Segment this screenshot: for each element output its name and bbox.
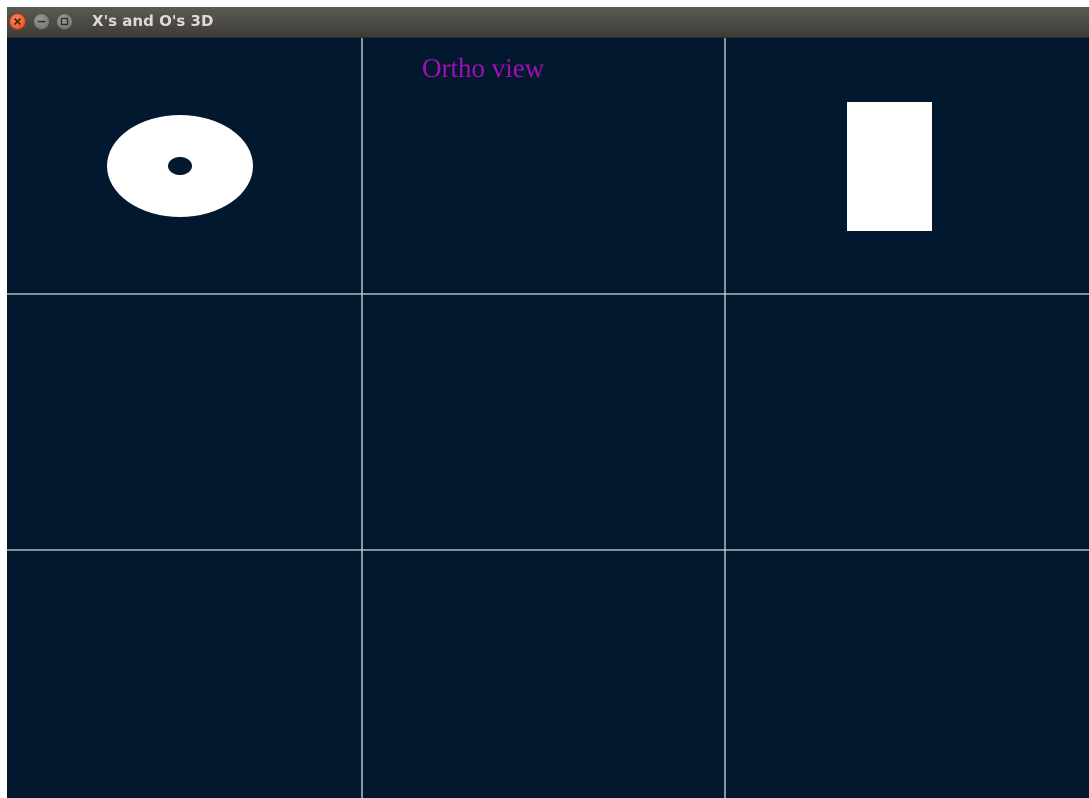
board-cell-1-1[interactable]	[362, 294, 725, 550]
close-button[interactable]	[9, 13, 26, 30]
maximize-button[interactable]	[56, 13, 73, 30]
x-piece	[847, 102, 932, 231]
title-bar[interactable]: X's and O's 3D	[7, 7, 1089, 38]
board-cell-2-2[interactable]	[725, 550, 1089, 798]
minimize-icon	[37, 20, 46, 23]
close-icon	[14, 18, 21, 25]
game-canvas[interactable]: Ortho view	[7, 38, 1089, 798]
maximize-icon	[60, 17, 69, 26]
minimize-button[interactable]	[33, 13, 50, 30]
o-piece-hole	[168, 157, 192, 175]
game-window: X's and O's 3D Ortho view	[7, 7, 1089, 798]
board-cell-2-1[interactable]	[362, 550, 725, 798]
tic-tac-toe-board[interactable]	[7, 38, 1089, 798]
view-mode-label: Ortho view	[422, 53, 545, 83]
board-cell-1-2[interactable]	[725, 294, 1089, 550]
board-cell-1-0[interactable]	[7, 294, 362, 550]
window-title: X's and O's 3D	[92, 12, 214, 30]
board-cell-2-0[interactable]	[7, 550, 362, 798]
